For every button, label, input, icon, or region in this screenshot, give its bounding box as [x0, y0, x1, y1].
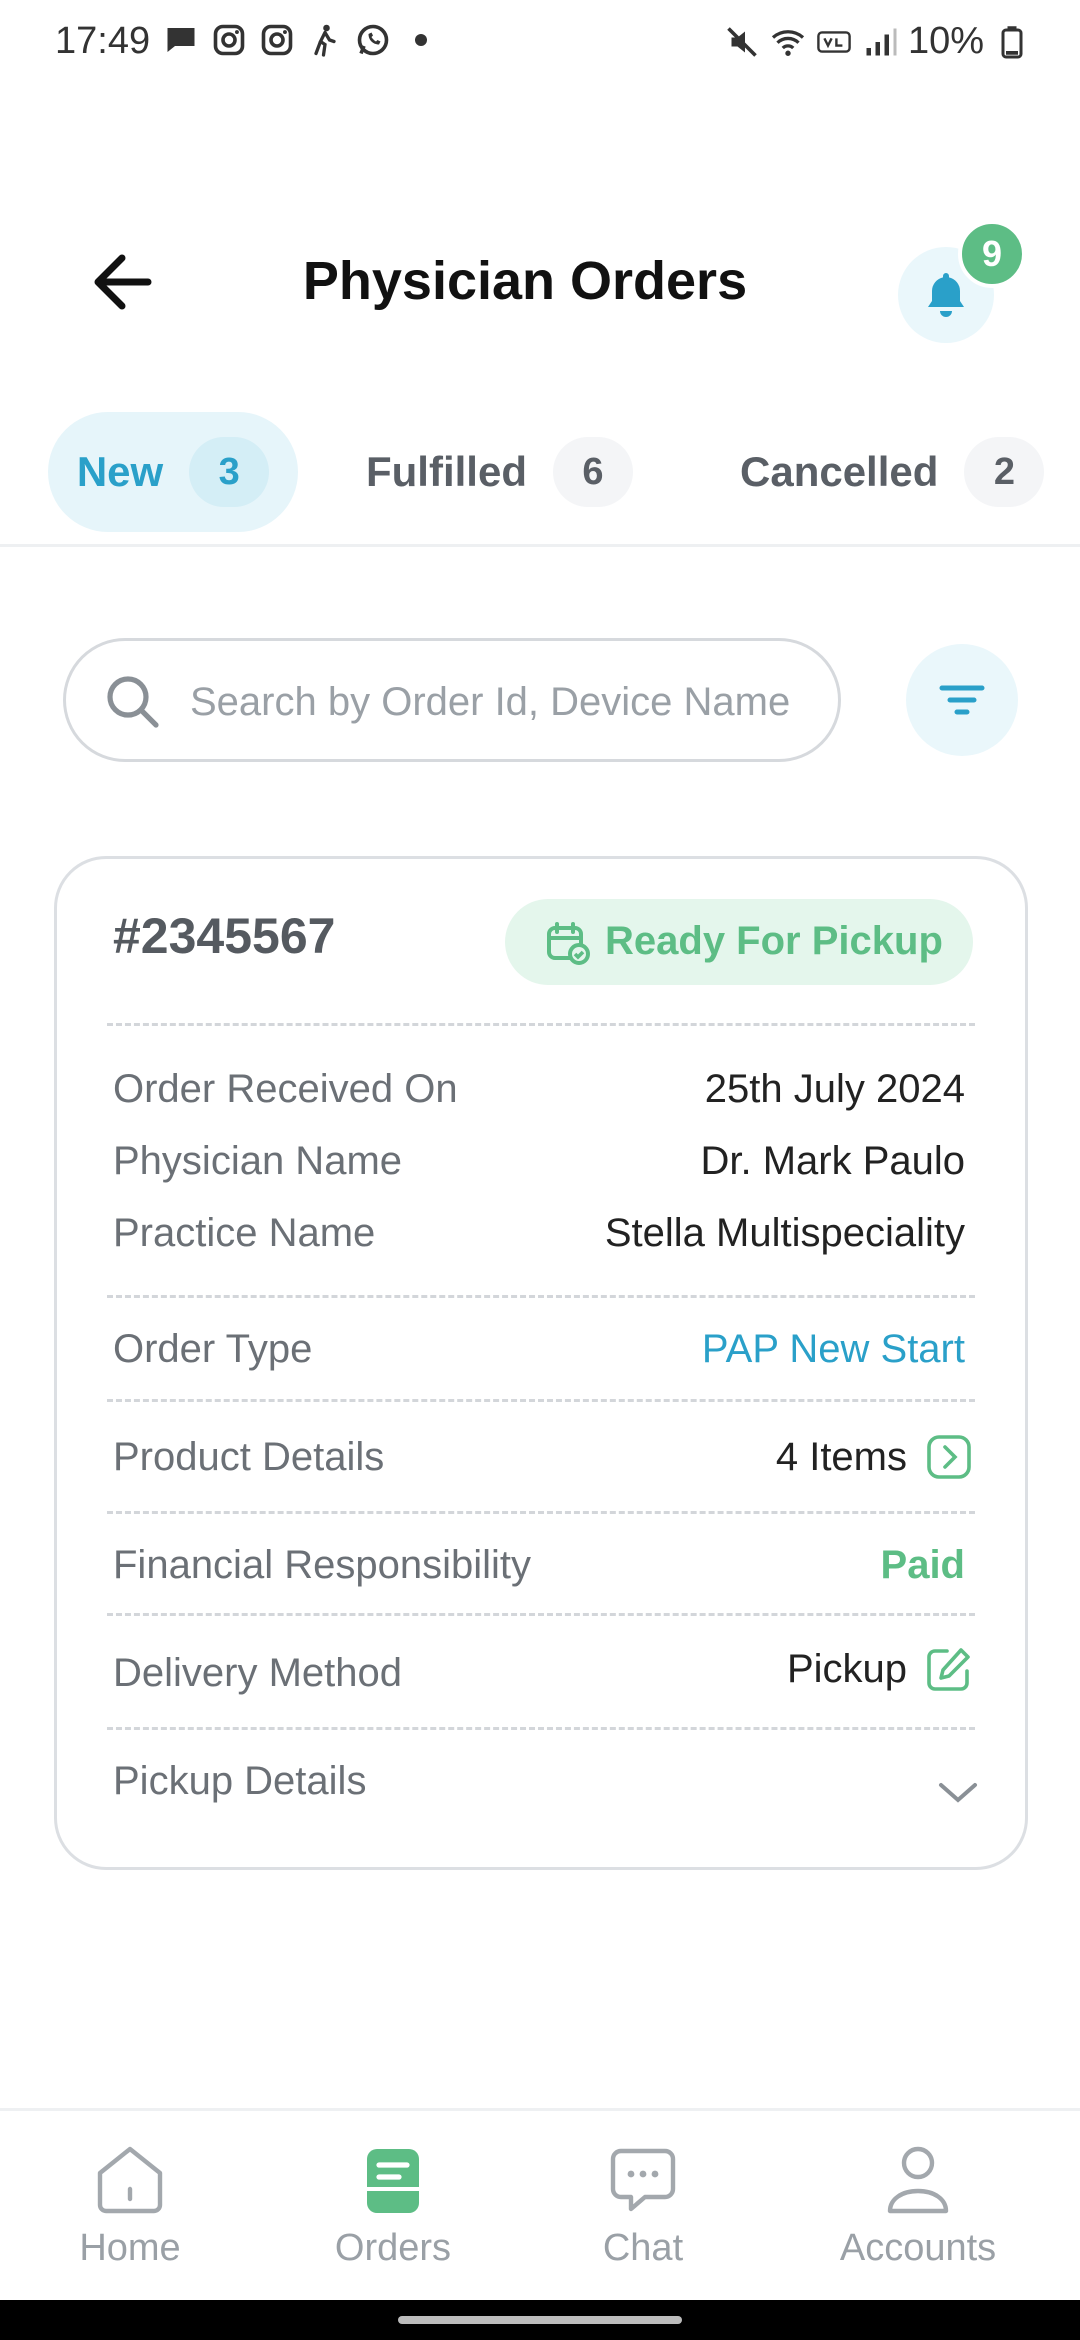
search-input[interactable]: [188, 669, 832, 735]
battery-icon: [1001, 25, 1023, 58]
tab-count-badge: 6: [553, 437, 633, 507]
order-id: #2345567: [113, 908, 336, 964]
pickup-details-toggle[interactable]: Pickup Details: [57, 1749, 1025, 1839]
tab-label: Fulfilled: [366, 448, 527, 495]
notification-icons: [163, 22, 439, 58]
nav-label: Orders: [334, 2227, 452, 2269]
nav-orders[interactable]: Orders: [293, 2141, 493, 2270]
filter-icon: [939, 685, 985, 715]
divider: [107, 1295, 975, 1298]
financial-responsibility-value: Paid: [880, 1543, 965, 1587]
dot-icon: [415, 34, 427, 46]
chevron-right-icon: [927, 1435, 971, 1479]
walking-icon: [314, 24, 336, 57]
account-icon: [887, 2146, 949, 2214]
financial-responsibility-label: Financial Responsibility: [113, 1543, 531, 1587]
edit-icon: [927, 1648, 970, 1691]
instagram-icon: [261, 24, 293, 56]
tab-label: New: [76, 448, 164, 495]
physician-name-label: Physician Name: [113, 1139, 403, 1183]
nav-chat[interactable]: Chat: [543, 2141, 743, 2270]
divider: [107, 1511, 975, 1514]
search-icon: [107, 676, 159, 728]
divider: [107, 1023, 975, 1026]
orders-icon: [367, 2149, 419, 2213]
delivery-method-value: Pickup: [786, 1646, 907, 1691]
delivery-method-label: Delivery Method: [113, 1651, 403, 1695]
status-text: Ready For Pickup: [605, 919, 943, 963]
nav-label: Chat: [602, 2227, 684, 2269]
search-bar[interactable]: [63, 638, 841, 762]
status-bar: 17:49 10%: [0, 0, 1080, 90]
product-details-value: 4 Items: [775, 1434, 907, 1479]
notification-badge: 9: [958, 220, 1026, 288]
tab-cancelled[interactable]: Cancelled 2: [740, 412, 1070, 532]
whatsapp-icon: [357, 24, 389, 56]
chat-icon: [610, 2148, 676, 2212]
order-type-label: Order Type: [113, 1327, 313, 1371]
system-icons: 10%: [724, 20, 1030, 63]
tab-count-badge: 2: [964, 437, 1045, 507]
home-icon: [97, 2146, 163, 2214]
tab-count-badge: 3: [189, 437, 270, 507]
tab-label: Cancelled: [740, 448, 939, 495]
nav-label: Accounts: [839, 2227, 997, 2269]
bell-icon: [928, 273, 964, 317]
wifi-icon: [771, 29, 805, 56]
practice-name-value: Stella Multispeciality: [604, 1211, 965, 1255]
system-gesture-bar: [0, 2300, 1080, 2340]
tab-fulfilled[interactable]: Fulfilled 6: [366, 412, 646, 532]
mute-icon: [727, 26, 757, 57]
battery-level: 10%: [907, 20, 984, 62]
instagram-icon: [213, 24, 245, 56]
order-received-label: Order Received On: [113, 1067, 458, 1111]
divider: [107, 1613, 975, 1616]
order-type-value: PAP New Start: [701, 1327, 965, 1371]
status-badge: Ready For Pickup: [505, 899, 973, 985]
status-time: 17:49: [55, 20, 151, 62]
physician-name-value: Dr. Mark Paulo: [700, 1139, 965, 1183]
product-details-label: Product Details: [113, 1435, 385, 1479]
pickup-details-label: Pickup Details: [113, 1759, 367, 1803]
page-title: Physician Orders: [302, 251, 748, 311]
bottom-navigation: Home Orders Chat Accounts: [0, 2108, 1080, 2303]
order-tabs: New 3 Fulfilled 6 Cancelled 2: [0, 410, 1080, 547]
product-details-link[interactable]: 4 Items: [776, 1433, 973, 1481]
filter-button[interactable]: [906, 644, 1018, 756]
calendar-check-icon: [547, 922, 590, 965]
home-indicator[interactable]: [398, 2316, 682, 2324]
message-icon: [167, 28, 195, 52]
nav-label: Home: [79, 2227, 181, 2269]
practice-name-label: Practice Name: [113, 1211, 376, 1255]
divider: [107, 1399, 975, 1402]
order-received-value: 25th July 2024: [704, 1067, 965, 1111]
signal-icon: [866, 28, 897, 55]
nav-accounts[interactable]: Accounts: [818, 2141, 1018, 2270]
tab-new[interactable]: New 3: [48, 412, 298, 532]
order-card[interactable]: #2345567 Ready For Pickup Order Received…: [54, 856, 1028, 1870]
volte-icon: [817, 30, 851, 53]
delivery-method-edit[interactable]: Pickup: [787, 1645, 973, 1693]
chevron-down-icon: [939, 1783, 977, 1803]
nav-home[interactable]: Home: [30, 2141, 230, 2270]
divider: [107, 1727, 975, 1730]
